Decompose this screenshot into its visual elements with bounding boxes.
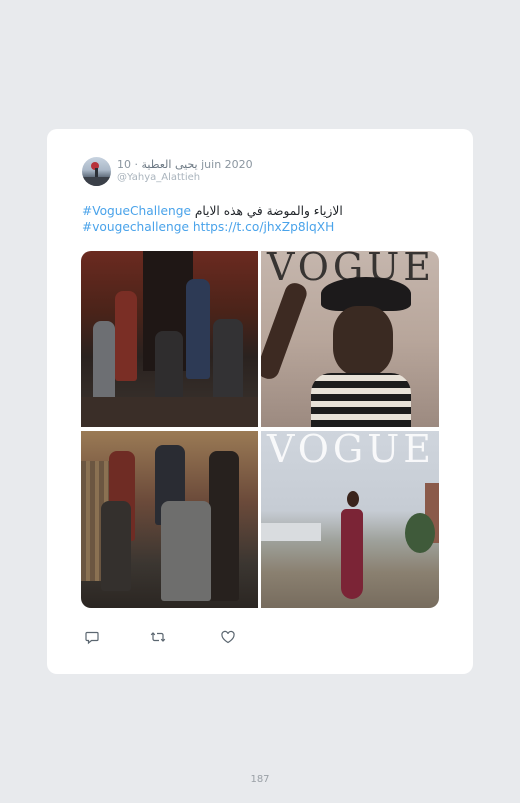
- tweet-link[interactable]: https://t.co/jhxZp8lqXH: [189, 220, 334, 234]
- media-photo-1[interactable]: [81, 251, 258, 427]
- media-photo-3[interactable]: [81, 431, 258, 608]
- media-photo-4[interactable]: VOGUE: [261, 431, 439, 608]
- media-grid: VOGUE VOGUE: [81, 251, 439, 608]
- like-icon[interactable]: [220, 629, 236, 645]
- reply-icon[interactable]: [84, 629, 100, 645]
- hashtag-vougechallenge[interactable]: #vougechallenge: [82, 220, 189, 234]
- page-number: 187: [250, 774, 270, 785]
- media-photo-2[interactable]: VOGUE: [261, 251, 439, 427]
- retweet-icon[interactable]: [150, 629, 166, 645]
- avatar[interactable]: [82, 157, 111, 186]
- arabic-text: الازياء والموضة في هذه الايام: [190, 204, 343, 218]
- tweet-card: يحيى العطية · 10 juin 2020 @Yahya_Alatti…: [47, 129, 473, 674]
- user-handle[interactable]: @Yahya_Alattieh: [117, 172, 200, 183]
- tweet-actions: [84, 629, 244, 645]
- tweet-text: #VogueChallenge الازياء والموضة في هذه ا…: [82, 204, 442, 235]
- tweet-header: يحيى العطية · 10 juin 2020: [117, 158, 253, 171]
- vogue-logo: VOGUE: [267, 431, 436, 471]
- hashtag-voguechallenge[interactable]: #VogueChallenge: [82, 204, 191, 218]
- display-name[interactable]: يحيى العطية: [142, 158, 198, 171]
